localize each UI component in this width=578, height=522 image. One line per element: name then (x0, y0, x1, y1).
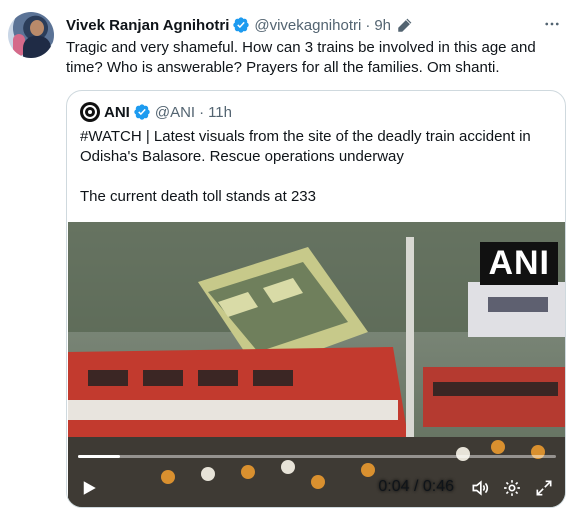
video-timecode: 0:04 / 0:46 (378, 478, 454, 496)
video-watermark: ANI (480, 242, 558, 285)
more-icon[interactable] (542, 14, 562, 34)
video-player[interactable]: ANI 0:04 / 0:46 (68, 222, 565, 507)
edit-pencil-icon[interactable] (397, 18, 412, 33)
quoted-author-name: ANI (104, 103, 130, 121)
author-avatar[interactable] (8, 12, 54, 58)
quoted-tweet[interactable]: ANI @ANI · 11h #WATCH | Latest visuals f… (66, 90, 566, 508)
quoted-tweet-time: 11h (208, 103, 232, 121)
quoted-tweet-text: #WATCH | Latest visuals from the site of… (80, 127, 556, 207)
quoted-tweet-text-line1: #WATCH | Latest visuals from the site of… (80, 128, 531, 165)
settings-gear-icon[interactable] (502, 478, 522, 498)
quoted-author-avatar (80, 102, 100, 122)
volume-icon[interactable] (470, 478, 490, 498)
video-current-time: 0:04 (378, 478, 410, 495)
separator-dot: · (199, 103, 205, 121)
avatar-body (23, 36, 51, 58)
fullscreen-icon[interactable] (534, 478, 554, 498)
tweet-time[interactable]: 9h (374, 17, 391, 34)
quoted-author-handle: @ANI (154, 103, 196, 121)
quoted-tweet-text-line2: The current death toll stands at 233 (80, 188, 316, 205)
tweet-text: Tragic and very shameful. How can 3 trai… (66, 39, 536, 76)
quoted-tweet-header: ANI @ANI · 11h (80, 101, 232, 123)
video-time-separator: / (409, 478, 423, 495)
author-handle[interactable]: @vivekagnihotri (254, 17, 361, 34)
separator-dot: · (365, 16, 371, 34)
verified-badge-icon (232, 16, 250, 34)
video-duration: 0:46 (422, 478, 454, 495)
play-icon[interactable] (80, 479, 98, 497)
tweet-header: Vivek Ranjan Agnihotri @vivekagnihotri ·… (66, 14, 562, 36)
video-progress-fill (78, 455, 120, 458)
author-name[interactable]: Vivek Ranjan Agnihotri (66, 17, 229, 34)
video-progress-bar[interactable] (78, 455, 556, 458)
avatar-face (30, 20, 44, 36)
verified-badge-icon (133, 103, 151, 121)
